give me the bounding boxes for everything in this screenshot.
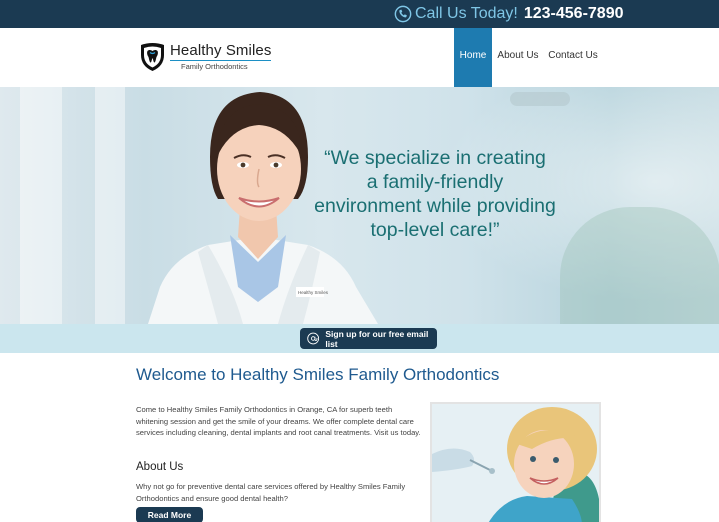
main-nav: Home About Us Contact Us — [454, 28, 602, 94]
phone-icon — [394, 5, 412, 23]
read-more-button[interactable]: Read More — [136, 507, 203, 522]
email-signup-strip: Sign up for our free email list — [0, 324, 719, 353]
intro-paragraph: Come to Healthy Smiles Family Orthodonti… — [136, 405, 421, 437]
about-us-paragraph: Why not go for preventive dental care se… — [136, 482, 406, 503]
child-dental-photo — [430, 402, 601, 522]
nav-contact-us[interactable]: Contact Us — [544, 28, 602, 94]
nav-about-us[interactable]: About Us — [492, 28, 544, 94]
hero-quote-line: top-level care!” — [370, 219, 500, 241]
email-at-icon — [307, 332, 320, 345]
hero-dental-lamp — [510, 92, 570, 106]
about-us-heading: About Us — [136, 461, 184, 473]
site-logo[interactable]: Healthy Smiles Family Orthodontics — [139, 42, 272, 72]
coat-badge-text: Healthy Smiles — [298, 290, 329, 295]
hero-quote-line: environment while providing — [314, 195, 556, 217]
email-signup-button[interactable]: Sign up for our free email list — [300, 328, 437, 349]
email-signup-label: Sign up for our free email list — [325, 328, 429, 349]
hero-quote: “We specialize in creating a family-frie… — [300, 146, 570, 242]
hero-window-light — [95, 87, 125, 324]
call-us-label: Call Us Today! — [415, 5, 518, 22]
tooth-shield-logo — [141, 43, 164, 71]
top-bar: Call Us Today! 123-456-7890 — [0, 0, 719, 28]
logo-text: Healthy Smiles Family Orthodontics — [170, 42, 272, 71]
hero-quote-line: “We specialize in creating — [324, 147, 546, 169]
nav-home[interactable]: Home — [454, 28, 492, 94]
brand-name: Healthy Smiles — [170, 42, 272, 59]
hero-dental-chair — [560, 207, 719, 324]
hero-banner: Healthy Smiles “We specialize in creatin… — [0, 87, 719, 324]
child-dental-illustration — [432, 404, 599, 522]
brand-tagline: Family Orthodontics — [170, 60, 272, 71]
welcome-heading: Welcome to Healthy Smiles Family Orthodo… — [136, 365, 500, 384]
phone-number[interactable]: 123-456-7890 — [524, 5, 624, 23]
hero-quote-line: a family-friendly — [366, 171, 504, 193]
call-us-banner[interactable]: Call Us Today! 123-456-7890 — [394, 3, 624, 25]
hero-window-light — [20, 87, 62, 324]
site-header: Healthy Smiles Family Orthodontics Home … — [0, 28, 719, 94]
